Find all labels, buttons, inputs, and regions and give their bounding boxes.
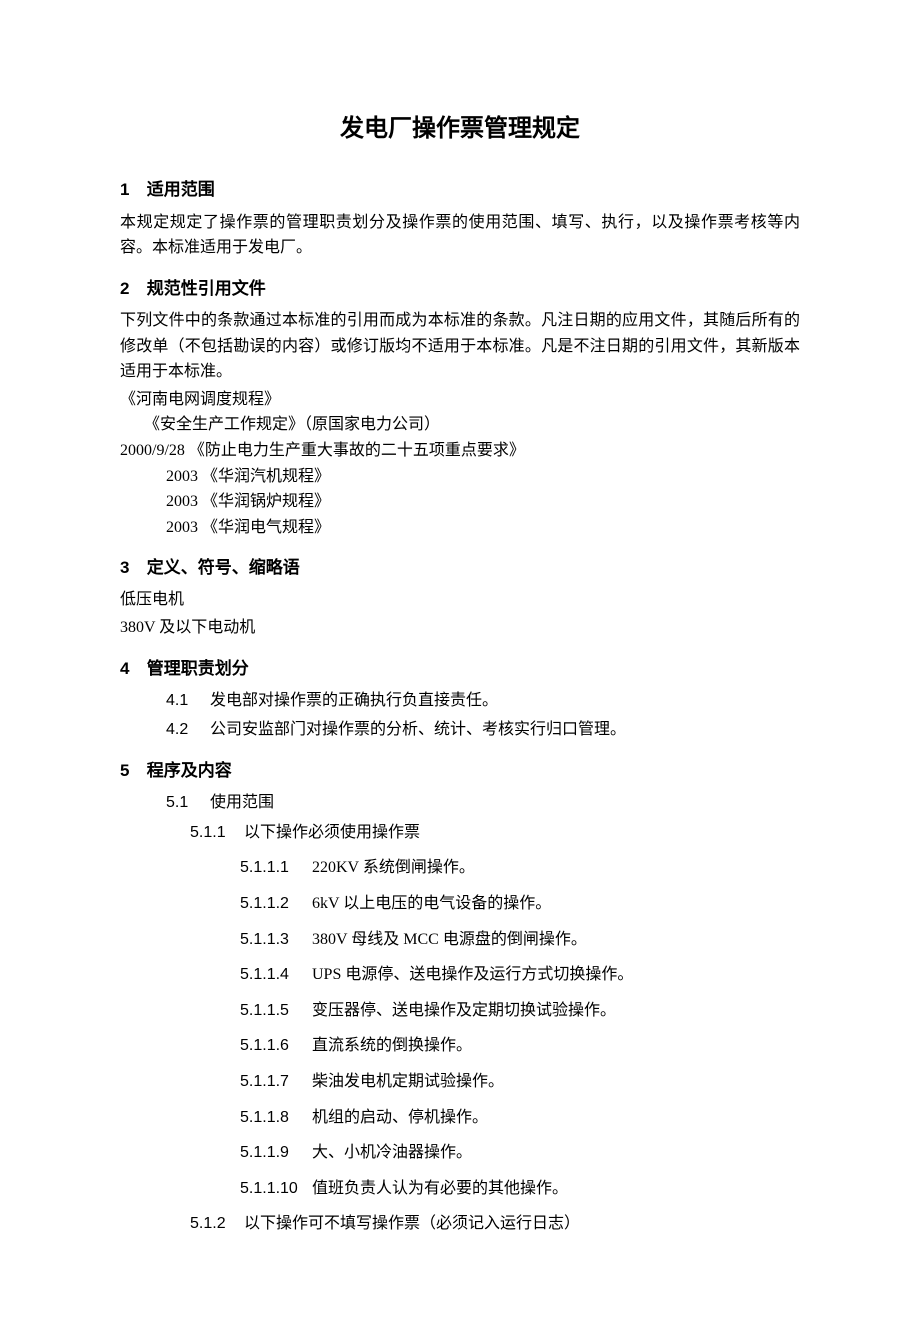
item-5-1: 5.1 使用范围 — [120, 790, 800, 816]
item-5-1-1-4-text: UPS 电源停、送电操作及运行方式切换操作。 — [312, 966, 633, 983]
section-1-title: 适用范围 — [147, 180, 215, 199]
reference-1: 《河南电网调度规程》 — [120, 387, 800, 413]
section-1-number: 1 — [120, 176, 142, 203]
item-4-2: 4.2 公司安监部门对操作票的分析、统计、考核实行归口管理。 — [120, 717, 800, 743]
item-5-1-1-8-text: 机组的启动、停机操作。 — [312, 1109, 488, 1126]
item-5-1-1-5-number: 5.1.1.5 — [240, 998, 308, 1024]
item-5-1-1-10-text: 值班负责人认为有必要的其他操作。 — [312, 1180, 568, 1197]
item-5-1-1-1-text: 220KV 系统倒闸操作。 — [312, 859, 475, 876]
item-5-1-2-number: 5.1.2 — [190, 1211, 240, 1237]
item-5-1-1-2-text: 6kV 以上电压的电气设备的操作。 — [312, 895, 551, 912]
document-title: 发电厂操作票管理规定 — [120, 110, 800, 148]
item-5-1-number: 5.1 — [166, 790, 206, 816]
item-5-1-1-3: 5.1.1.3 380V 母线及 MCC 电源盘的倒闸操作。 — [120, 927, 800, 953]
item-4-1: 4.1 发电部对操作票的正确执行负直接责任。 — [120, 688, 800, 714]
section-1-paragraph: 本规定规定了操作票的管理职责划分及操作票的使用范围、填写、执行，以及操作票考核等… — [120, 210, 800, 261]
section-3-line2: 380V 及以下电动机 — [120, 615, 800, 641]
item-5-1-1-5-text: 变压器停、送电操作及定期切换试验操作。 — [312, 1002, 616, 1019]
item-5-1-1-2: 5.1.1.2 6kV 以上电压的电气设备的操作。 — [120, 891, 800, 917]
item-5-1-1-6-number: 5.1.1.6 — [240, 1033, 308, 1059]
item-5-1-1-3-text: 380V 母线及 MCC 电源盘的倒闸操作。 — [312, 931, 587, 948]
item-5-1-1-9-number: 5.1.1.9 — [240, 1140, 308, 1166]
item-5-1-1-3-number: 5.1.1.3 — [240, 927, 308, 953]
item-5-1-1-7-number: 5.1.1.7 — [240, 1069, 308, 1095]
item-5-1-1-7-text: 柴油发电机定期试验操作。 — [312, 1073, 504, 1090]
item-4-1-text: 发电部对操作票的正确执行负直接责任。 — [210, 692, 498, 709]
item-5-1-1-1-number: 5.1.1.1 — [240, 855, 308, 881]
item-5-1-1-6-text: 直流系统的倒换操作。 — [312, 1037, 472, 1054]
item-5-1-1-1: 5.1.1.1 220KV 系统倒闸操作。 — [120, 855, 800, 881]
item-4-1-number: 4.1 — [166, 688, 206, 714]
item-5-1-1-7: 5.1.1.7 柴油发电机定期试验操作。 — [120, 1069, 800, 1095]
item-5-1-1-number: 5.1.1 — [190, 820, 240, 846]
reference-6: 2003 《华润电气规程》 — [120, 515, 800, 541]
item-5-1-1-2-number: 5.1.1.2 — [240, 891, 308, 917]
item-5-1-1-10-number: 5.1.1.10 — [240, 1176, 308, 1202]
section-5-heading: 5 程序及内容 — [120, 757, 800, 784]
item-5-1-1-8: 5.1.1.8 机组的启动、停机操作。 — [120, 1105, 800, 1131]
reference-5: 2003 《华润锅炉规程》 — [120, 489, 800, 515]
section-3-title: 定义、符号、缩略语 — [147, 558, 300, 577]
item-5-1-1-4: 5.1.1.4 UPS 电源停、送电操作及运行方式切换操作。 — [120, 962, 800, 988]
item-5-1-1-9: 5.1.1.9 大、小机冷油器操作。 — [120, 1140, 800, 1166]
section-4-title: 管理职责划分 — [147, 659, 249, 678]
reference-3: 2000/9/28 《防止电力生产重大事故的二十五项重点要求》 — [120, 438, 800, 464]
section-1-heading: 1 适用范围 — [120, 176, 800, 203]
item-5-1-2: 5.1.2 以下操作可不填写操作票（必须记入运行日志） — [120, 1211, 800, 1237]
item-5-1-1-6: 5.1.1.6 直流系统的倒换操作。 — [120, 1033, 800, 1059]
item-5-1-2-text: 以下操作可不填写操作票（必须记入运行日志） — [244, 1215, 580, 1232]
item-5-1-1-10: 5.1.1.10 值班负责人认为有必要的其他操作。 — [120, 1176, 800, 1202]
item-4-2-text: 公司安监部门对操作票的分析、统计、考核实行归口管理。 — [210, 721, 626, 738]
item-5-1-1-4-number: 5.1.1.4 — [240, 962, 308, 988]
item-5-1-1-text: 以下操作必须使用操作票 — [244, 824, 420, 841]
item-4-2-number: 4.2 — [166, 717, 206, 743]
section-4-number: 4 — [120, 655, 142, 682]
section-3-number: 3 — [120, 554, 142, 581]
section-4-heading: 4 管理职责划分 — [120, 655, 800, 682]
section-2-heading: 2 规范性引用文件 — [120, 275, 800, 302]
reference-2: 《安全生产工作规定》（原国家电力公司） — [120, 412, 800, 438]
section-2-number: 2 — [120, 275, 142, 302]
item-5-1-1-8-number: 5.1.1.8 — [240, 1105, 308, 1131]
item-5-1-1-5: 5.1.1.5 变压器停、送电操作及定期切换试验操作。 — [120, 998, 800, 1024]
item-5-1-1-9-text: 大、小机冷油器操作。 — [312, 1144, 472, 1161]
item-5-1-text: 使用范围 — [210, 794, 274, 811]
section-2-title: 规范性引用文件 — [147, 279, 266, 298]
item-5-1-1: 5.1.1 以下操作必须使用操作票 — [120, 820, 800, 846]
reference-4: 2003 《华润汽机规程》 — [120, 464, 800, 490]
section-3-heading: 3 定义、符号、缩略语 — [120, 554, 800, 581]
section-3-line1: 低压电机 — [120, 587, 800, 613]
section-5-number: 5 — [120, 757, 142, 784]
section-5-title: 程序及内容 — [147, 761, 232, 780]
section-2-paragraph: 下列文件中的条款通过本标准的引用而成为本标准的条款。凡注日期的应用文件，其随后所… — [120, 308, 800, 385]
